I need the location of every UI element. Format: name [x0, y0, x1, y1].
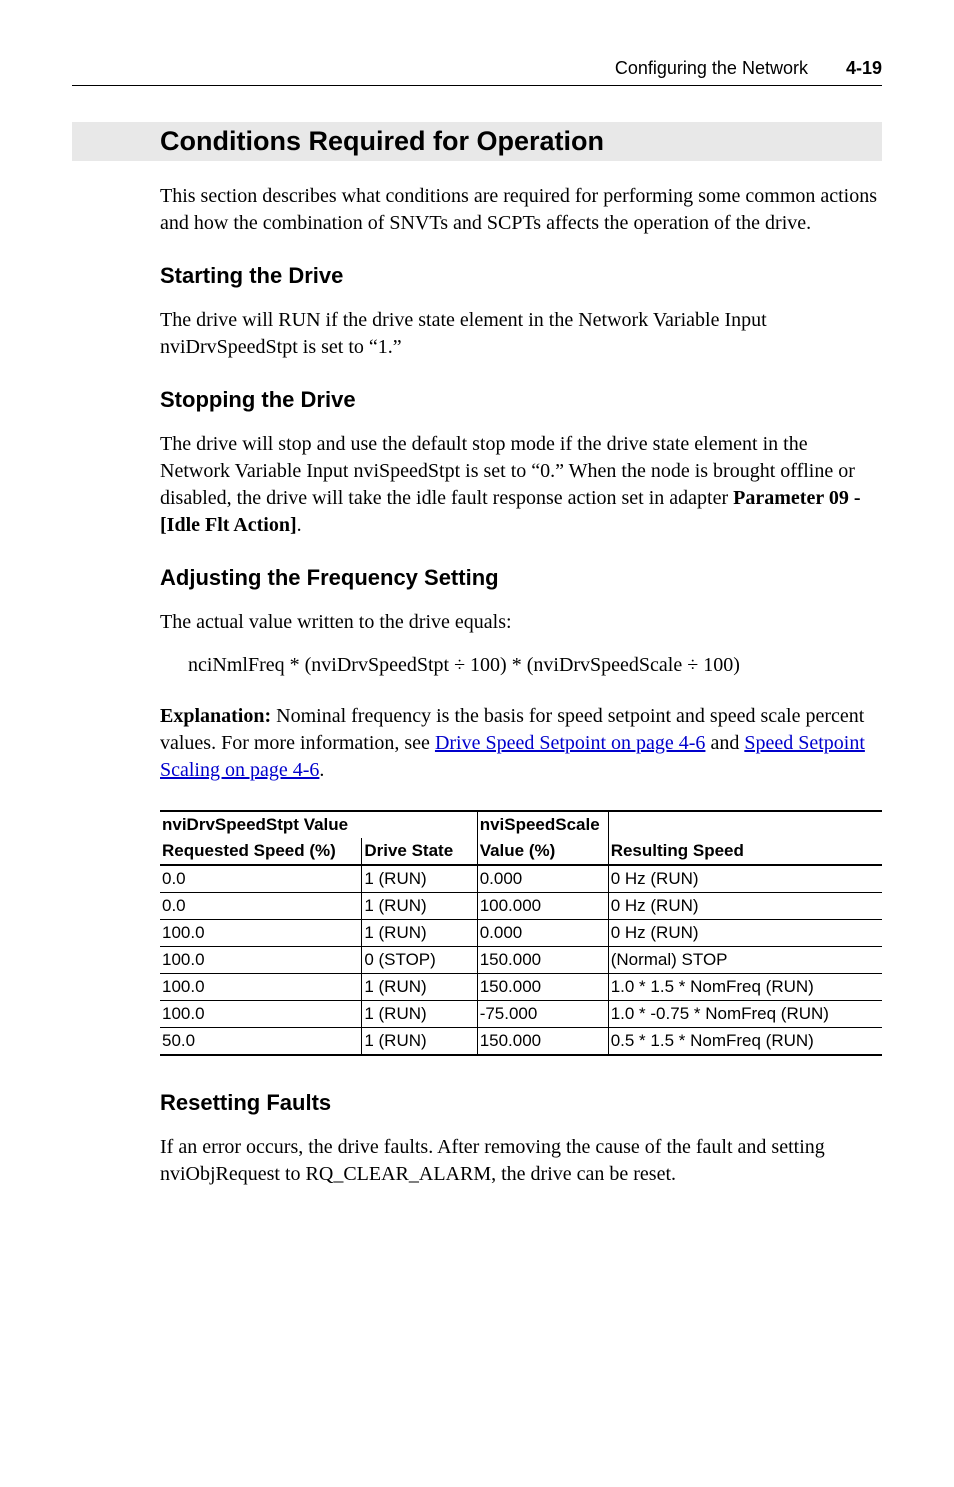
table-cell: 100.0: [160, 947, 362, 974]
table-cell: 1 (RUN): [362, 920, 477, 947]
table-cell: 0 (STOP): [362, 947, 477, 974]
table-cell: (Normal) STOP: [608, 947, 882, 974]
header-page-number: 4-19: [846, 58, 882, 79]
table-head-col4: Resulting Speed: [608, 838, 882, 865]
table-row: 100.0 0 (STOP) 150.000 (Normal) STOP: [160, 947, 882, 974]
table-cell: -75.000: [477, 1001, 608, 1028]
table-row: 50.0 1 (RUN) 150.000 0.5 * 1.5 * NomFreq…: [160, 1028, 882, 1056]
table-cell: 100.0: [160, 974, 362, 1001]
table-cell: 0 Hz (RUN): [608, 865, 882, 893]
table-cell: 150.000: [477, 947, 608, 974]
paragraph-stopping-drive: The drive will stop and use the default …: [160, 431, 882, 539]
table-cell: 1 (RUN): [362, 974, 477, 1001]
page-title: Conditions Required for Operation: [160, 126, 882, 157]
adjust-explanation: Explanation: Nominal frequency is the ba…: [160, 703, 882, 784]
page-header: Configuring the Network 4-19: [72, 58, 882, 86]
page: Configuring the Network 4-19 Conditions …: [0, 0, 954, 1286]
heading-starting-drive: Starting the Drive: [160, 263, 882, 289]
table-row: 0.0 1 (RUN) 100.000 0 Hz (RUN): [160, 893, 882, 920]
table-cell: 100.0: [160, 1001, 362, 1028]
table-head-col1: Requested Speed (%): [160, 838, 362, 865]
table-cell: 1.0 * -0.75 * NomFreq (RUN): [608, 1001, 882, 1028]
paragraph-resetting-faults: If an error occurs, the drive faults. Af…: [160, 1134, 882, 1188]
stop-body-post: .: [297, 514, 302, 536]
table-cell: 0 Hz (RUN): [608, 893, 882, 920]
table-cell: 1 (RUN): [362, 1028, 477, 1056]
table-cell: 50.0: [160, 1028, 362, 1056]
table-cell: 1 (RUN): [362, 893, 477, 920]
table-head-col3b: Value (%): [477, 838, 608, 865]
table-row: 0.0 1 (RUN) 0.000 0 Hz (RUN): [160, 865, 882, 893]
table-row: 100.0 1 (RUN) 150.000 1.0 * 1.5 * NomFre…: [160, 974, 882, 1001]
explanation-post: .: [319, 759, 324, 781]
adjust-formula: nciNmlFreq * (nviDrvSpeedStpt ÷ 100) * (…: [188, 654, 882, 677]
heading-stopping-drive: Stopping the Drive: [160, 387, 882, 413]
table-cell: 0.0: [160, 865, 362, 893]
table-cell: 1 (RUN): [362, 1001, 477, 1028]
header-chapter: Configuring the Network: [615, 58, 808, 79]
table-head-col2: Drive State: [362, 838, 477, 865]
table-cell: 0.000: [477, 920, 608, 947]
table-cell: 0.5 * 1.5 * NomFreq (RUN): [608, 1028, 882, 1056]
adjust-lead: The actual value written to the drive eq…: [160, 609, 882, 636]
heading-adjusting-frequency: Adjusting the Frequency Setting: [160, 565, 882, 591]
table-cell: 0 Hz (RUN): [608, 920, 882, 947]
heading-resetting-faults: Resetting Faults: [160, 1090, 882, 1116]
link-drive-speed-setpoint[interactable]: Drive Speed Setpoint on page 4-6: [435, 732, 706, 754]
speed-table: nviDrvSpeedStpt Value nviSpeedScale Requ…: [160, 810, 882, 1056]
table-cell: 1 (RUN): [362, 865, 477, 893]
paragraph-starting-drive: The drive will RUN if the drive state el…: [160, 307, 882, 361]
table-row: 100.0 1 (RUN) -75.000 1.0 * -0.75 * NomF…: [160, 1001, 882, 1028]
explanation-label: Explanation:: [160, 705, 271, 727]
table-cell: 100.0: [160, 920, 362, 947]
table-cell: 1.0 * 1.5 * NomFreq (RUN): [608, 974, 882, 1001]
table-cell: 0.0: [160, 893, 362, 920]
table-cell: 150.000: [477, 974, 608, 1001]
explanation-mid: and: [705, 732, 744, 754]
table-head-col3a: nviSpeedScale: [477, 811, 608, 838]
table-cell: 150.000: [477, 1028, 608, 1056]
intro-paragraph: This section describes what conditions a…: [160, 183, 882, 237]
table-cell: 0.000: [477, 865, 608, 893]
section-title-bar: Conditions Required for Operation: [72, 122, 882, 161]
table-head-group1: nviDrvSpeedStpt Value: [160, 811, 477, 838]
table-row: 100.0 1 (RUN) 0.000 0 Hz (RUN): [160, 920, 882, 947]
table-cell: 100.000: [477, 893, 608, 920]
